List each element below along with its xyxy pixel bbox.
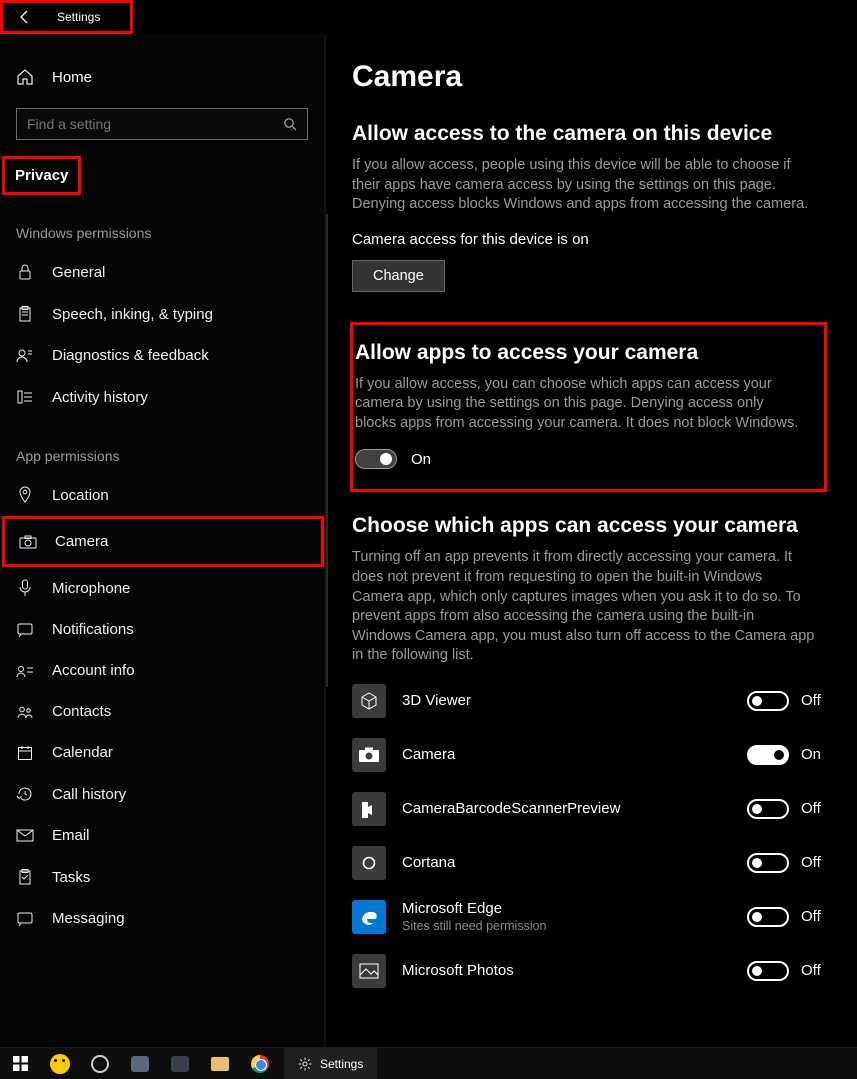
taskbar: Settings (0, 1047, 857, 1079)
toggle-photos[interactable] (747, 961, 789, 981)
section-allow-apps-desc: If you allow access, you can choose whic… (353, 375, 808, 434)
nav-account-info[interactable]: Account info (0, 650, 324, 691)
app-icon-barcode (352, 792, 386, 826)
taskbar-app-3[interactable] (120, 1048, 160, 1079)
taskbar-settings-label: Settings (320, 1057, 363, 1071)
toggle-cortana[interactable] (747, 853, 789, 873)
search-field[interactable] (27, 116, 283, 132)
section-allow-device-title: Allow access to the camera on this devic… (352, 122, 827, 146)
app-icon-camera (352, 738, 386, 772)
home-icon (16, 68, 34, 86)
allow-apps-toggle-label: On (411, 451, 431, 468)
nav-diagnostics-feedback[interactable]: Diagnostics & feedback (0, 335, 324, 376)
app-permission-list: 3D Viewer Off Camera On CameraBarcodeSca… (352, 684, 827, 988)
nav-contacts[interactable]: Contacts (0, 691, 324, 732)
call-history-icon (16, 785, 34, 803)
app-row-barcode: CameraBarcodeScannerPreview Off (352, 792, 827, 826)
app-row-edge: Microsoft Edge Sites still need permissi… (352, 900, 827, 934)
nav-notifications[interactable]: Notifications (0, 609, 324, 650)
feedback-icon (16, 348, 34, 364)
taskbar-app-chrome[interactable] (240, 1048, 280, 1079)
app-row-camera: Camera On (352, 738, 827, 772)
camera-icon (19, 535, 37, 549)
nav-speech-inking-typing[interactable]: Speech, inking, & typing (0, 293, 324, 335)
allow-apps-toggle[interactable] (355, 449, 397, 469)
app-icon-cortana (352, 846, 386, 880)
gear-icon (298, 1057, 312, 1071)
clipboard-icon (16, 305, 34, 323)
app-row-cortana: Cortana Off (352, 846, 827, 880)
app-icon-photos (352, 954, 386, 988)
nav-calendar[interactable]: Calendar (0, 732, 324, 773)
email-icon (16, 829, 34, 842)
search-input[interactable] (16, 108, 308, 140)
section-allow-apps-highlight: Allow apps to access your camera If you … (350, 322, 827, 493)
history-icon (16, 388, 34, 406)
nav-location[interactable]: Location (0, 474, 324, 516)
taskbar-settings[interactable]: Settings (284, 1048, 377, 1079)
scroll-indicator[interactable] (326, 214, 328, 687)
search-icon (283, 117, 297, 131)
nav-email[interactable]: Email (0, 815, 324, 856)
header-title: Settings (57, 10, 100, 24)
toggle-3d-viewer[interactable] (747, 691, 789, 711)
location-icon (16, 486, 34, 504)
window-header: Settings (0, 0, 857, 34)
tasks-icon (16, 868, 34, 886)
change-button[interactable]: Change (352, 260, 445, 292)
privacy-category-highlight[interactable]: Privacy (2, 156, 81, 195)
page-title: Camera (352, 60, 827, 94)
nav-call-history[interactable]: Call history (0, 773, 324, 815)
section-allow-device-desc: If you allow access, people using this d… (352, 156, 817, 215)
taskbar-app-1[interactable] (40, 1048, 80, 1079)
taskbar-app-4[interactable] (160, 1048, 200, 1079)
toggle-barcode[interactable] (747, 799, 789, 819)
group-title-windows-permissions: Windows permissions (0, 195, 324, 251)
nav-camera-highlight: Camera (2, 516, 324, 567)
nav-general[interactable]: General (0, 251, 324, 293)
taskbar-app-5[interactable] (200, 1048, 240, 1079)
lock-icon (16, 263, 34, 281)
calendar-icon (16, 745, 34, 761)
toggle-edge[interactable] (747, 907, 789, 927)
nav-microphone[interactable]: Microphone (0, 567, 324, 609)
taskbar-app-2[interactable] (80, 1048, 120, 1079)
group-title-app-permissions: App permissions (0, 418, 324, 474)
sidebar-home[interactable]: Home (0, 58, 324, 96)
contacts-icon (16, 705, 34, 719)
main-content: Camera Allow access to the camera on thi… (324, 34, 857, 1047)
section-choose-apps-title: Choose which apps can access your camera (352, 514, 827, 538)
messaging-icon (16, 911, 34, 927)
sidebar: Home Privacy Windows permissions (0, 34, 324, 1047)
account-icon (16, 664, 34, 678)
header-back-highlight: Settings (0, 0, 133, 34)
toggle-camera[interactable] (747, 745, 789, 765)
notifications-icon (16, 622, 34, 638)
camera-device-status: Camera access for this device is on (352, 231, 827, 248)
microphone-icon (16, 579, 34, 597)
nav-messaging[interactable]: Messaging (0, 898, 324, 939)
nav-activity-history[interactable]: Activity history (0, 376, 324, 418)
app-row-photos: Microsoft Photos Off (352, 954, 827, 988)
back-icon[interactable] (17, 10, 31, 24)
app-icon-edge (352, 900, 386, 934)
nav-tasks[interactable]: Tasks (0, 856, 324, 898)
section-allow-apps-title: Allow apps to access your camera (353, 341, 808, 365)
app-icon-3d-viewer (352, 684, 386, 718)
nav-camera[interactable]: Camera (5, 519, 321, 564)
app-row-3d-viewer: 3D Viewer Off (352, 684, 827, 718)
sidebar-home-label: Home (52, 69, 92, 86)
start-button[interactable] (0, 1048, 40, 1079)
section-choose-apps-desc: Turning off an app prevents it from dire… (352, 548, 817, 665)
